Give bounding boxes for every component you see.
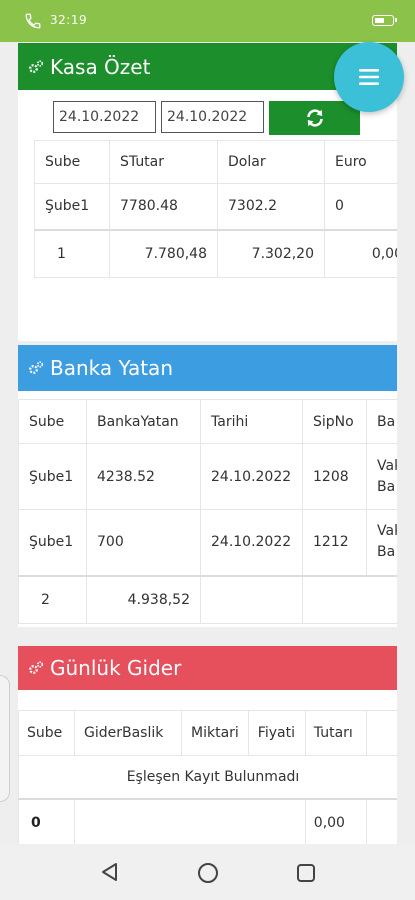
refresh-button[interactable] bbox=[269, 101, 360, 135]
table-row: Şube1 7780.48 7302.2 0 bbox=[34, 183, 397, 230]
footer-dolar-total: 7.302,20 bbox=[217, 228, 325, 278]
footer-euro-total: 0,00 bbox=[324, 228, 397, 278]
cell: Şube1 bbox=[18, 509, 87, 576]
table-header-row: Sube STutar Dolar Euro bbox=[34, 140, 397, 184]
cell-line: Vak bbox=[377, 523, 397, 540]
gunluk-gider-panel: Günlük Gider Sube GiderBaslik Miktari Fi… bbox=[18, 646, 397, 844]
column-header: STutar bbox=[109, 140, 218, 184]
navigation-bar bbox=[0, 845, 415, 900]
gunluk-gider-title: Günlük Gider bbox=[50, 656, 182, 680]
cell bbox=[200, 574, 303, 624]
table-row: Şube1 700 24.10.2022 1212 Vak Ba bbox=[18, 509, 397, 576]
edge-panel-handle[interactable] bbox=[0, 675, 10, 802]
gunluk-gider-header: Günlük Gider bbox=[18, 646, 397, 690]
column-header: Sube bbox=[18, 710, 75, 756]
cell-line: Ba bbox=[377, 544, 396, 561]
banka-yatan-title: Banka Yatan bbox=[50, 356, 173, 380]
table-footer-row: 0 0,00 bbox=[18, 797, 397, 844]
footer-count: 1 bbox=[34, 228, 110, 278]
cell: 0 bbox=[324, 183, 397, 230]
table-header-row: Sube BankaYatan Tarihi SipNo Ba bbox=[18, 399, 397, 444]
back-icon[interactable] bbox=[100, 862, 120, 882]
column-header: Fiyati bbox=[247, 710, 306, 756]
cell-line: Vak bbox=[377, 457, 397, 474]
cell-line: Ba bbox=[377, 478, 396, 495]
phone-icon bbox=[25, 13, 41, 29]
cell: 24.10.2022 bbox=[200, 443, 303, 510]
gunluk-gider-table: Sube GiderBaslik Miktari Fiyati Tutarı E… bbox=[18, 710, 397, 844]
table-row: Şube1 4238.52 24.10.2022 1208 Vak Ba bbox=[18, 443, 397, 510]
footer-count: 0 bbox=[18, 797, 75, 844]
cell: 1208 bbox=[302, 443, 367, 510]
cell: 7302.2 bbox=[217, 183, 325, 230]
footer-count: 2 bbox=[18, 574, 87, 624]
cogs-icon bbox=[29, 361, 44, 374]
battery-icon bbox=[372, 15, 397, 26]
cell bbox=[302, 574, 367, 624]
cogs-icon bbox=[29, 59, 44, 73]
table-header-row: Sube GiderBaslik Miktari Fiyati Tutarı bbox=[18, 710, 397, 756]
footer-stutar-total: 7.780,48 bbox=[109, 228, 218, 278]
cell: Vak Ba bbox=[366, 443, 397, 510]
column-header: Tutarı bbox=[304, 710, 367, 756]
menu-button[interactable] bbox=[334, 42, 404, 112]
banka-yatan-header: Banka Yatan bbox=[18, 345, 397, 391]
column-header: BankaYatan bbox=[86, 399, 201, 444]
column-header: GiderBaslik bbox=[74, 710, 182, 756]
cell bbox=[365, 797, 397, 844]
start-date-input[interactable] bbox=[53, 101, 156, 133]
empty-row: Eşleşen Kayıt Bulunmadı bbox=[18, 755, 397, 799]
column-header bbox=[365, 710, 397, 756]
cell: Vak Ba bbox=[366, 509, 397, 576]
kasa-ozet-table: Sube STutar Dolar Euro Şube1 7780.48 730… bbox=[34, 140, 397, 278]
cell bbox=[366, 574, 397, 624]
cell: 4238.52 bbox=[86, 443, 201, 510]
kasa-ozet-title: Kasa Özet bbox=[50, 54, 151, 79]
footer-bankayatan-total: 4.938,52 bbox=[86, 574, 201, 624]
column-header: Ba bbox=[366, 399, 397, 444]
cell: 700 bbox=[86, 509, 201, 576]
column-header: Dolar bbox=[217, 140, 325, 184]
table-footer-row: 1 7.780,48 7.302,20 0,00 bbox=[34, 228, 397, 278]
cogs-icon bbox=[29, 661, 44, 674]
column-header: Tarihi bbox=[200, 399, 303, 444]
banka-yatan-table: Sube BankaYatan Tarihi SipNo Ba Şube1 42… bbox=[18, 399, 397, 624]
empty-message: Eşleşen Kayıt Bulunmadı bbox=[18, 755, 397, 799]
end-date-input[interactable] bbox=[161, 101, 264, 133]
table-footer-row: 2 4.938,52 bbox=[18, 574, 397, 624]
status-bar: 32:19 bbox=[0, 0, 415, 42]
cell: 1212 bbox=[302, 509, 367, 576]
home-icon[interactable] bbox=[197, 862, 219, 884]
refresh-icon bbox=[306, 109, 323, 127]
cell: Şube1 bbox=[34, 183, 110, 230]
cell: Şube1 bbox=[18, 443, 87, 510]
column-header: Sube bbox=[34, 140, 110, 184]
banka-yatan-panel: Banka Yatan Sube BankaYatan Tarihi SipNo… bbox=[18, 345, 397, 627]
column-header: Miktari bbox=[181, 710, 249, 756]
status-time: 32:19 bbox=[50, 13, 88, 27]
footer-tutar-total: 0,00 bbox=[304, 797, 367, 844]
column-header: Sube bbox=[18, 399, 87, 444]
recent-apps-icon[interactable] bbox=[296, 863, 316, 883]
cell bbox=[74, 797, 306, 844]
hamburger-icon bbox=[359, 69, 379, 85]
column-header: Euro bbox=[324, 140, 397, 184]
cell: 7780.48 bbox=[109, 183, 218, 230]
cell: 24.10.2022 bbox=[200, 509, 303, 576]
column-header: SipNo bbox=[302, 399, 367, 444]
